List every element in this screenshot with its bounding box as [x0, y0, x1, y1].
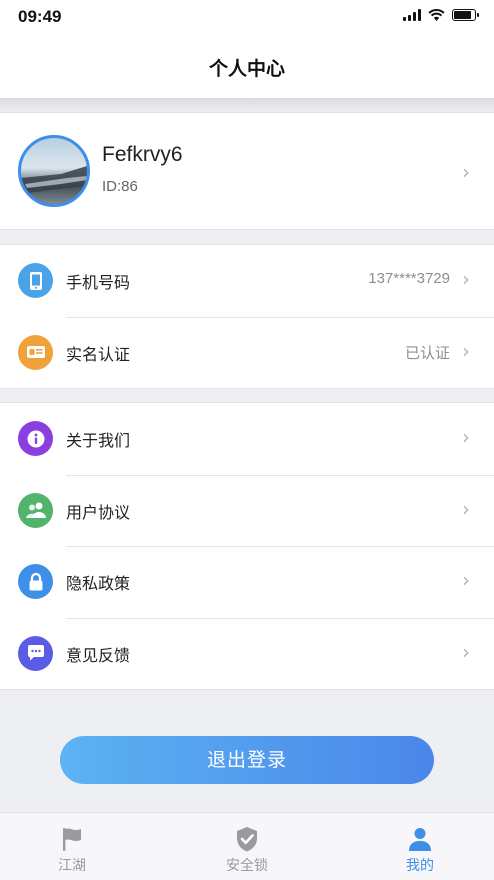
nav-bar: 个人中心 [0, 36, 494, 98]
chat-icon [18, 635, 53, 671]
chevron-right-icon: › [462, 425, 470, 449]
row-label: 关于我们 [66, 431, 131, 450]
avatar [18, 135, 90, 207]
avatar-photo-icon [21, 166, 87, 194]
list-item-phone[interactable]: 手机号码 137****3729 › [0, 245, 494, 317]
tab-security-lock[interactable]: 安全锁 [187, 813, 307, 880]
profile-name: Fefkrvy6 [102, 143, 183, 166]
row-label: 意见反馈 [66, 645, 131, 665]
nav-divider [0, 98, 494, 112]
status-time: 09:49 [18, 7, 62, 26]
row-label: 隐私政策 [66, 574, 131, 593]
tab-label: 我的 [406, 858, 434, 874]
list-item-about-us[interactable]: 关于我们 › [0, 403, 494, 475]
profile-card[interactable]: Fefkrvy6 ID:86 › [0, 112, 494, 230]
id-card-icon [18, 334, 53, 370]
list-item-user-agreement[interactable]: 用户协议 › [0, 474, 494, 547]
users-icon [18, 492, 53, 528]
chevron-right-icon: › [462, 496, 470, 521]
status-icons [403, 9, 479, 21]
logout-button[interactable]: 退出登录 [60, 736, 434, 784]
tab-mine[interactable]: 我的 [360, 813, 480, 880]
person-icon [409, 828, 431, 851]
phone-value: 137****3729 [368, 270, 450, 287]
tab-jianghu[interactable]: 江湖 [12, 813, 132, 880]
info-group: 关于我们 › 用户协议 › 隐私政策 › 意见反馈 › [0, 402, 494, 690]
row-label: 用户协议 [66, 502, 131, 522]
flag-icon [63, 828, 81, 851]
list-item-real-name[interactable]: 实名认证 已认证 › [0, 316, 494, 389]
list-item-privacy-policy[interactable]: 隐私政策 › [0, 546, 494, 618]
chevron-right-icon: › [462, 338, 470, 363]
phone-icon [18, 263, 53, 298]
cellular-signal-icon [403, 9, 421, 21]
row-label: 手机号码 [66, 273, 131, 292]
chevron-right-icon: › [462, 160, 470, 184]
page-title: 个人中心 [208, 58, 285, 80]
battery-icon [452, 9, 479, 21]
verification-status: 已认证 [404, 344, 450, 362]
status-bar: 09:49 [0, 0, 494, 36]
account-settings-group: 手机号码 137****3729 › 实名认证 已认证 › [0, 244, 494, 389]
list-item-feedback[interactable]: 意见反馈 › [0, 617, 494, 690]
wifi-icon [428, 9, 445, 21]
tab-label: 江湖 [58, 858, 86, 874]
profile-id: ID:86 [102, 178, 138, 195]
chevron-right-icon: › [462, 639, 470, 664]
row-label: 实名认证 [66, 344, 131, 364]
chevron-right-icon: › [462, 267, 470, 291]
tab-label: 安全锁 [226, 858, 268, 874]
tab-bar: 江湖 安全锁 我的 [0, 812, 494, 880]
lock-icon [18, 564, 53, 599]
info-icon [18, 421, 53, 456]
shield-check-icon [237, 827, 257, 852]
chevron-right-icon: › [462, 568, 470, 592]
